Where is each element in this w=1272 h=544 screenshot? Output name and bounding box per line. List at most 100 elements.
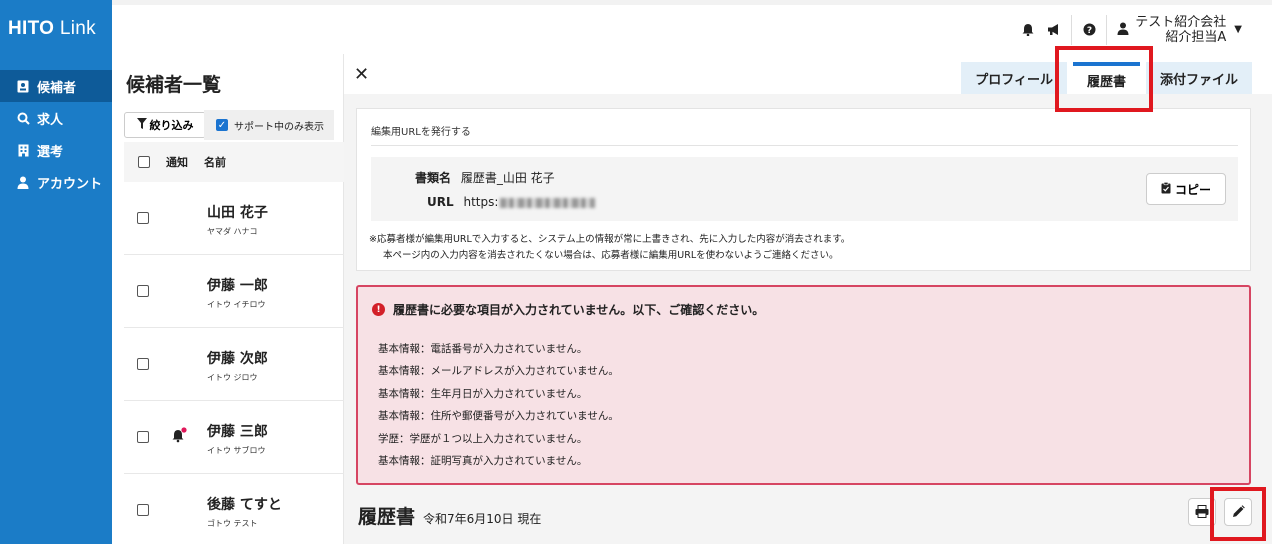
error-icon: !	[372, 303, 385, 316]
doc-name-value: 履歴書_山田 花子	[460, 171, 555, 185]
highlight-box-resume-tab	[1055, 46, 1153, 112]
clipboard-icon	[1161, 181, 1171, 197]
candidate-name[interactable]: 伊藤 一郎	[207, 275, 268, 295]
building-icon	[15, 142, 31, 158]
support-only-checkbox[interactable]: ✓ サポート中のみ表示	[204, 110, 334, 140]
alert-item: 基本情報：生年月日が入力されていません。	[378, 387, 588, 400]
tab-attachments[interactable]: 添付ファイル	[1145, 62, 1252, 94]
bell-icon[interactable]	[1015, 17, 1041, 43]
copy-button[interactable]: コピー	[1146, 173, 1226, 205]
tab-profile[interactable]: プロフィール	[961, 62, 1067, 94]
help-icon[interactable]: ?	[1076, 17, 1102, 43]
alert-item: 学歴：学歴が１つ以上入力されていません。	[378, 432, 588, 445]
list-item[interactable]: 山田 花子 ヤマダ ハナコ	[124, 182, 344, 255]
select-all-checkbox[interactable]	[138, 156, 150, 168]
filter-button-label: 絞り込み	[149, 119, 194, 132]
candidate-name[interactable]: 伊藤 次郎	[207, 348, 268, 368]
resume-date: 令和7年6月10日 現在	[423, 512, 542, 526]
divider	[371, 145, 1238, 146]
alert-list: 基本情報：電話番号が入力されていません。 基本情報：メールアドレスが入力されてい…	[378, 343, 619, 477]
doc-name-label: 書類名	[415, 171, 452, 185]
sidebar-nav: 候補者 求人 選考 アカウント	[0, 70, 112, 198]
app-logo[interactable]: HITO Link	[8, 18, 96, 40]
search-icon	[15, 110, 31, 126]
company-name: テスト紹介会社	[1135, 14, 1227, 30]
candidate-list-panel: 候補者一覧 絞り込み ✓ サポート中のみ表示 通知 名前 山田 花子 ヤマダ ハ…	[112, 54, 344, 544]
url-label: URL	[427, 195, 454, 209]
chevron-down-icon[interactable]: ▼	[1234, 24, 1242, 35]
support-only-label: サポート中のみ表示	[234, 121, 324, 133]
alert-title-text: 履歴書に必要な項目が入力されていません。以下、ご確認ください。	[393, 303, 765, 317]
alert-item: 基本情報：住所や郵便番号が入力されていません。	[378, 410, 619, 423]
row-checkbox[interactable]	[137, 358, 149, 370]
sidebar-item-jobs[interactable]: 求人	[0, 102, 112, 134]
divider	[1071, 14, 1073, 45]
user-info: テスト紹介会社 紹介担当A	[1135, 15, 1226, 45]
divider	[1106, 14, 1108, 45]
row-checkbox[interactable]	[137, 504, 149, 516]
close-icon[interactable]: ✕	[354, 64, 369, 85]
sidebar-item-label: 候補者	[37, 80, 77, 96]
megaphone-icon[interactable]	[1041, 17, 1067, 43]
user-name: 紹介担当A	[1165, 29, 1227, 45]
list-header: 通知 名前	[124, 142, 344, 182]
doc-info-box: 書類名 履歴書_山田 花子 URL https: コピー	[371, 157, 1238, 221]
row-checkbox[interactable]	[137, 212, 149, 224]
candidate-rows: 山田 花子 ヤマダ ハナコ 伊藤 一郎 イトウ イチロウ 伊藤 次郎 イトウ ジ…	[124, 182, 344, 544]
alert-item: 基本情報：証明写真が入力されていません。	[378, 454, 588, 467]
column-header-notify: 通知	[166, 156, 188, 169]
edit-url-note-1: ※応募者様が編集用URLで入力すると、システム上の情報が常に上書きされ、先に入力…	[369, 234, 851, 245]
id-card-icon	[15, 78, 31, 94]
list-item[interactable]: 伊藤 次郎 イトウ ジロウ	[124, 328, 344, 401]
doc-name-row: 書類名 履歴書_山田 花子	[415, 169, 555, 186]
user-menu[interactable]: テスト紹介会社 紹介担当A ▼	[1117, 15, 1242, 45]
detail-body: 編集用URLを発行する 書類名 履歴書_山田 花子 URL https: コピー…	[344, 94, 1272, 544]
check-icon: ✓	[216, 119, 228, 131]
app-root: HITO Link 候補者 求人 選考 アカウント ? テスト紹介会社 紹介担当…	[0, 0, 1272, 544]
copy-button-label: コピー	[1174, 182, 1211, 197]
candidate-kana: イトウ イチロウ	[207, 300, 266, 309]
alert-item: 基本情報：電話番号が入力されていません。	[378, 343, 588, 355]
redacted-url	[500, 197, 596, 208]
filter-icon	[136, 118, 147, 132]
row-checkbox[interactable]	[137, 285, 149, 297]
column-header-name: 名前	[204, 156, 226, 169]
list-item[interactable]: 後藤 てすと ゴトウ テスト	[124, 474, 344, 544]
sidebar-item-selection[interactable]: 選考	[0, 134, 112, 166]
alert-title: ! 履歴書に必要な項目が入力されていません。以下、ご確認ください。	[372, 301, 764, 318]
candidate-kana: イトウ ジロウ	[207, 373, 258, 382]
candidate-name[interactable]: 後藤 てすと	[207, 494, 282, 514]
alert-item: 基本情報：メールアドレスが入力されていません。	[378, 365, 619, 378]
filter-button[interactable]: 絞り込み	[124, 112, 206, 138]
sidebar: HITO Link 候補者 求人 選考 アカウント	[0, 0, 112, 544]
candidate-kana: ヤマダ ハナコ	[207, 227, 258, 236]
candidate-kana: イトウ サブロウ	[207, 446, 266, 455]
list-item[interactable]: 伊藤 一郎 イトウ イチロウ	[124, 255, 344, 328]
resume-title: 履歴書	[358, 506, 416, 528]
notification-bell-icon	[172, 427, 188, 447]
user-icon	[1117, 20, 1129, 39]
sidebar-item-label: 選考	[37, 144, 64, 160]
url-value: https:	[463, 195, 499, 209]
missing-fields-alert: ! 履歴書に必要な項目が入力されていません。以下、ご確認ください。 基本情報：電…	[356, 285, 1251, 485]
candidate-detail: ✕ プロフィール 履歴書 添付ファイル 編集用URLを発行する 書類名 履歴書_…	[344, 46, 1272, 544]
row-checkbox[interactable]	[137, 431, 149, 443]
candidate-kana: ゴトウ テスト	[207, 519, 258, 528]
svg-text:?: ?	[1087, 26, 1092, 36]
user-icon	[15, 174, 31, 190]
sidebar-item-label: 求人	[37, 112, 64, 128]
candidate-name[interactable]: 伊藤 三郎	[207, 421, 268, 441]
print-icon	[1195, 503, 1209, 522]
edit-url-card: 編集用URLを発行する 書類名 履歴書_山田 花子 URL https: コピー…	[356, 108, 1251, 271]
candidate-name[interactable]: 山田 花子	[207, 202, 268, 222]
edit-url-note-2: 本ページ内の入力内容を消去されたくない場合は、応募者様に編集用URLを使わないよ…	[383, 250, 839, 261]
highlight-box-edit-button	[1210, 487, 1266, 541]
resume-header: 履歴書 令和7年6月10日 現在	[358, 502, 541, 529]
page-title: 候補者一覧	[126, 74, 222, 96]
sidebar-item-label: アカウント	[37, 176, 103, 192]
sidebar-item-candidates[interactable]: 候補者	[0, 70, 112, 102]
sidebar-item-account[interactable]: アカウント	[0, 166, 112, 198]
url-row: URL https:	[427, 195, 596, 209]
list-item[interactable]: 伊藤 三郎 イトウ サブロウ	[124, 401, 344, 474]
edit-url-title: 編集用URLを発行する	[371, 127, 471, 138]
